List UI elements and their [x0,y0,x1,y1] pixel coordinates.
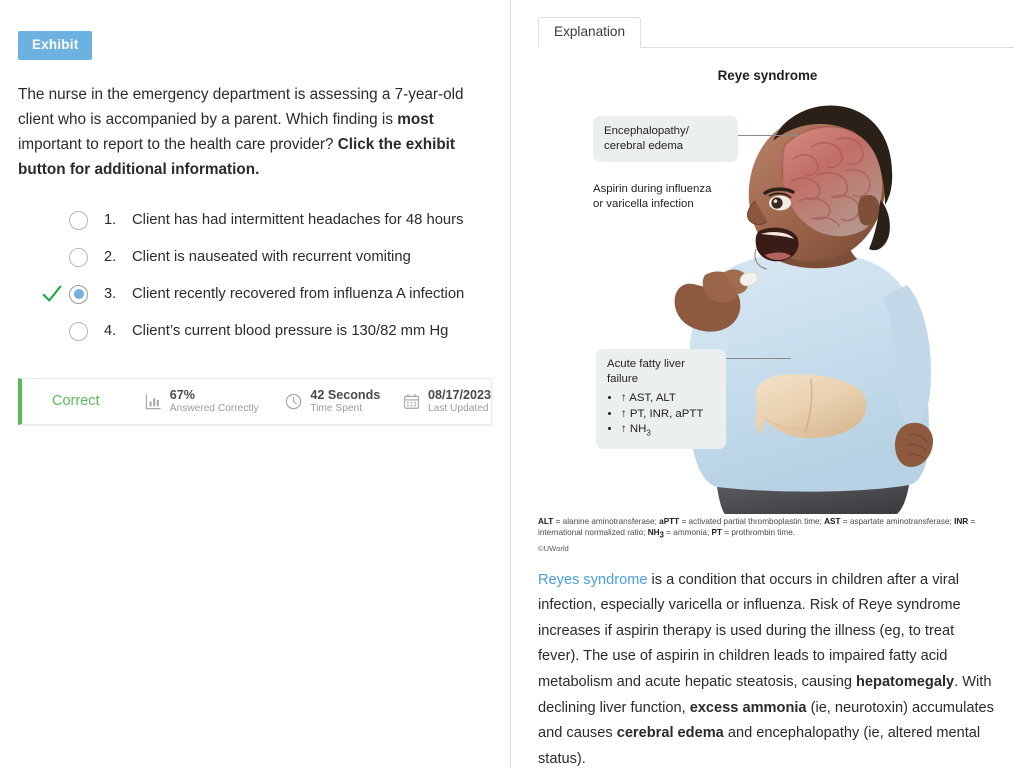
callout-liver-item-3: ↑ NH3 [621,422,715,441]
stat-time-spent-value: 42 Seconds [310,387,381,402]
choice-4-number: 4. [104,323,117,339]
abbrev-nh3: NH3 [647,528,664,540]
choice-1-text: Client has had intermittent headaches fo… [132,212,464,228]
answer-choices: 1. Client has had intermittent headaches… [18,202,492,350]
reye-syndrome-illustration: Encephalopathy/ cerebral edema Aspirin d… [511,87,1024,514]
callout-liver-item-1: ↑ AST, ALT [621,391,715,407]
stat-last-updated-value: 08/17/2023 [427,387,491,402]
stat-last-updated-label: Last Updated [427,402,489,414]
callout-encephalopathy-line1: Encephalopathy/ [604,125,689,137]
callout-encephalopathy-line2: cerebral edema [604,140,684,152]
status-badge: Correct [52,393,100,409]
answer-choice-1[interactable]: 1. Client has had intermittent headaches… [43,202,492,239]
figure-title: Reye syndrome [717,68,818,83]
stat-time-spent: 42 Seconds Time Spent [284,388,402,415]
question-panel: Exhibit The nurse in the emergency depar… [0,0,511,768]
abbrev-nh3-def: = ammonia; [663,528,712,537]
question-content: Exhibit The nurse in the emergency depar… [0,0,510,350]
exhibit-button[interactable]: Exhibit [18,31,93,60]
abbrev-pt-def: = prothrombin time. [722,528,796,537]
callout-liver-item-3-text: ↑ NH [621,423,647,435]
callout-acute-fatty-liver-failure: Acute fatty liver failure ↑ AST, ALT ↑ P… [596,349,726,449]
stem-text-part2: important to report to the health care p… [18,135,338,153]
p1-text-1: is a condition that occurs in children a… [538,571,961,691]
question-review-page: Exhibit The nurse in the emergency depar… [0,0,1024,768]
explanation-tabbar: Explanation [538,17,1014,48]
choice-1-number: 1. [104,212,117,228]
callout-liver-title: Acute fatty liver failure [607,358,685,385]
abbrev-inr: INR [954,517,969,526]
callout-aspirin-line1: Aspirin during influenza [593,183,712,195]
callout-aspirin: Aspirin during influenza or varicella in… [593,182,753,212]
abbrev-alt-def: = alanine aminotransferase; [553,517,660,526]
p1-bold-hepatomegaly: hepatomegaly [856,674,955,691]
choice-3-number: 3. [104,286,117,302]
p1-bold-excess-ammonia: excess ammonia [689,699,807,716]
stat-time-spent-text: 42 Seconds Time Spent [310,388,380,415]
callout-liver-item-2: ↑ PT, INR, aPTT [621,407,715,423]
question-stem: The nurse in the emergency department is… [18,82,492,182]
stat-time-spent-label: Time Spent [310,402,363,414]
callout-aspirin-line2: or varicella infection [593,198,694,210]
abbrev-nh3-text: NH [647,528,660,537]
clock-icon [286,393,302,409]
explanation-text: Reyes syndrome is a condition that occur… [538,568,997,768]
answer-choice-2[interactable]: 2. Client is nauseated with recurrent vo… [43,239,492,276]
explanation-paragraph-1: Reyes syndrome is a condition that occur… [538,568,997,768]
answer-choice-3[interactable]: 3. Client recently recovered from influe… [42,276,492,313]
callout-encephalopathy: Encephalopathy/ cerebral edema [593,116,738,162]
radio-button-1[interactable] [69,210,88,230]
abbrev-pt: PT [711,528,722,537]
stat-answered-correctly-value: 67% [169,387,195,402]
abbreviation-key: ALT = alanine aminotransferase; aPTT = a… [538,516,997,554]
choice-4-text: Client’s current blood pressure is 130/8… [132,323,449,339]
abbrev-alt: ALT [538,517,554,526]
abbrev-ast-def: = aspartate aminotransferase; [840,517,955,526]
stat-answered-correctly-label: Answered Correctly [169,402,259,414]
question-stats-bar: Correct 67% Answered Correctly 42 Second… [18,377,492,425]
stem-emphasis-most: most [397,110,434,128]
copyright-notice: ©UWorld [538,543,569,553]
p1-bold-cerebral-edema: cerebral edema [616,725,724,742]
abbrev-aptt-def: = activated partial thromboplastin time; [679,517,825,526]
tab-explanation[interactable]: Explanation [538,17,642,48]
stat-answered-correctly: 67% Answered Correctly [144,388,285,415]
leader-line-liver [726,358,791,359]
choice-2-number: 2. [104,249,117,265]
correct-check-icon [42,285,62,302]
choice-2-text: Client is nauseated with recurrent vomit… [132,249,411,265]
leader-line-encephalopathy [738,135,800,136]
stat-answered-correctly-text: 67% Answered Correctly [170,388,259,415]
radio-button-3[interactable] [69,284,88,304]
callout-liver-list: ↑ AST, ALT ↑ PT, INR, aPTT ↑ NH3 [607,391,715,441]
choice-3-text: Client recently recovered from influenza… [132,286,465,302]
abbrev-ast: AST [824,517,841,526]
choice-3-mark-slot [39,283,65,305]
callout-liver-item-3-subscript: 3 [646,428,651,438]
calendar-icon [403,393,420,409]
link-reyes-syndrome[interactable]: Reyes syndrome [538,572,648,588]
stat-last-updated-text: 08/17/2023 Last Updated [428,388,491,415]
stat-last-updated: 08/17/2023 Last Updated [402,388,491,415]
abbrev-aptt: aPTT [659,517,680,526]
bar-chart-icon [145,393,161,409]
explanation-panel: Explanation Reye syndrome Encephalopathy… [511,0,1024,768]
radio-button-2[interactable] [69,247,88,267]
answer-choice-4[interactable]: 4. Client’s current blood pressure is 13… [43,313,492,350]
radio-button-4[interactable] [69,321,88,341]
